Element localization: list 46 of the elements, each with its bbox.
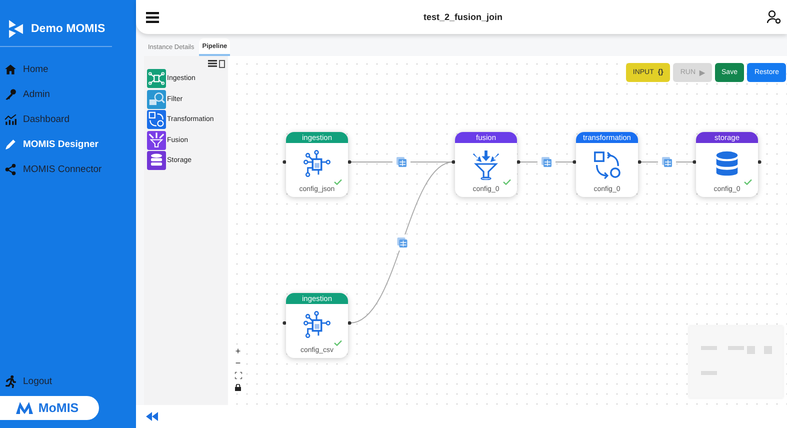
double-chevron-icon — [146, 412, 158, 421]
user-settings-button[interactable] — [767, 10, 781, 24]
connection-handle[interactable] — [348, 321, 352, 325]
table-stack-icon[interactable] — [542, 157, 552, 167]
connection-handle[interactable] — [452, 160, 456, 164]
pipeline-title: test_2_fusion_join — [422, 12, 504, 22]
nav-item[interactable]: Admin — [4, 86, 54, 103]
table-stack-icon[interactable] — [662, 157, 672, 167]
chip-icon — [302, 310, 332, 341]
cycle-icon — [592, 149, 622, 180]
brand-name: Demo MOMIS — [31, 23, 106, 35]
connection-handle[interactable] — [692, 160, 696, 164]
connection-handle[interactable] — [282, 321, 286, 325]
user-gear-icon — [767, 10, 781, 24]
home-logo-link[interactable]: MoMIS — [0, 396, 99, 420]
nav-item[interactable]: MOMIS Connector — [4, 161, 106, 178]
nav-item[interactable]: Home — [4, 61, 52, 78]
collapse-button[interactable] — [146, 412, 158, 421]
list-view-icon[interactable] — [208, 60, 217, 67]
chip-icon — [302, 149, 332, 180]
connection-handle[interactable] — [638, 160, 642, 164]
connection-handle[interactable] — [282, 160, 286, 164]
house-icon — [4, 63, 17, 76]
key-icon — [4, 88, 17, 101]
connection-handle[interactable] — [758, 160, 762, 164]
menu-button[interactable] — [146, 12, 159, 22]
logout-link[interactable]: Logout — [4, 373, 56, 390]
connection-handle[interactable] — [516, 160, 520, 164]
logo-icon — [9, 20, 23, 38]
menu-icon — [146, 12, 159, 22]
lock-icon — [235, 384, 241, 390]
lock-button[interactable] — [232, 381, 244, 393]
nav-item[interactable]: Dashboard — [4, 111, 74, 128]
pencil-icon — [4, 138, 17, 151]
chart-icon — [4, 113, 17, 126]
table-stack-icon[interactable] — [396, 157, 406, 167]
fit-view-icon — [234, 372, 242, 378]
table-stack-icon[interactable] — [397, 238, 408, 248]
funnel-icon — [471, 149, 501, 180]
connection-handle[interactable] — [348, 160, 352, 164]
nav-item[interactable]: MOMIS Designer — [4, 136, 102, 153]
mountain-icon — [16, 402, 34, 414]
panel-icon[interactable] — [219, 60, 225, 68]
connection-handle[interactable] — [572, 160, 576, 164]
running-person-icon — [4, 375, 17, 388]
share-icon — [4, 163, 17, 176]
